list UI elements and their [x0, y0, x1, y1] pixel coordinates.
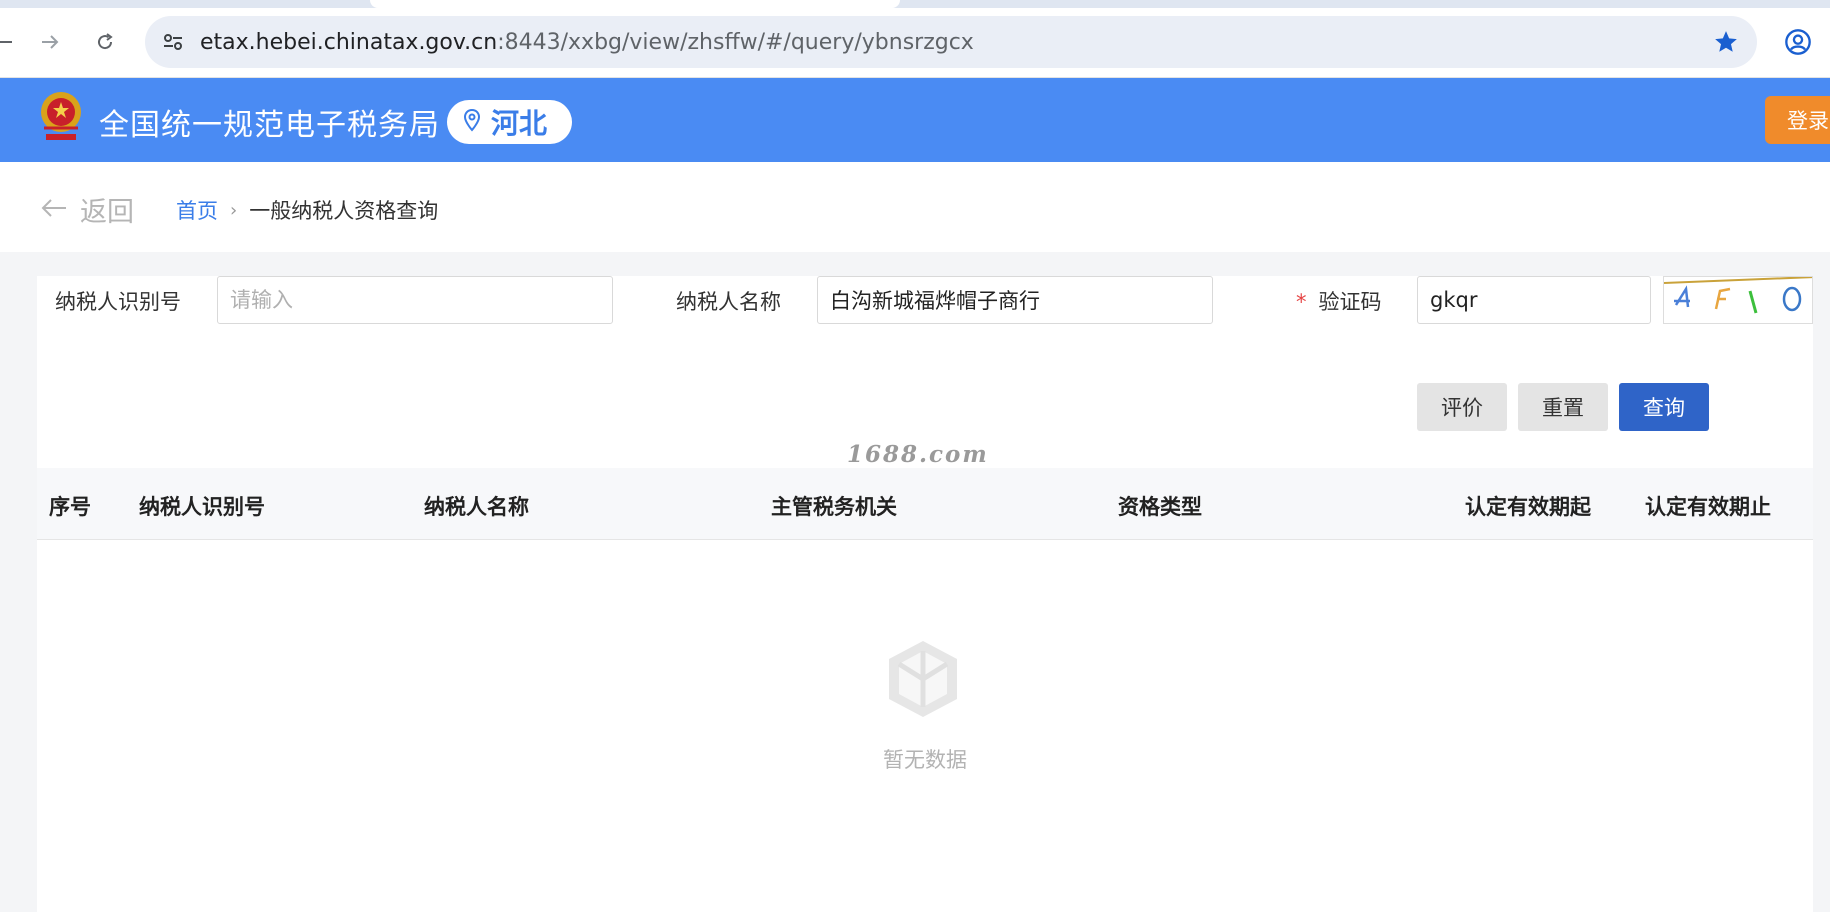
back-arrow-icon[interactable] [0, 24, 22, 60]
column-header: 序号 [49, 495, 91, 519]
url-text: etax.hebei.chinatax.gov.cn:8443/xxbg/vie… [200, 30, 974, 55]
column-header: 纳税人名称 [424, 495, 529, 519]
tax-emblem-logo [36, 88, 86, 150]
column-header: 认定有效期止 [1645, 495, 1771, 519]
captcha-label: * 验证码 [1296, 290, 1382, 314]
region-label: 河北 [491, 107, 548, 140]
breadcrumb-bar: 返回 首页 › 一般纳税人资格查询 [0, 162, 1830, 252]
reload-icon[interactable] [87, 24, 123, 60]
bookmark-star-icon[interactable] [1713, 29, 1739, 59]
browser-tab-strip [0, 0, 1830, 8]
forward-arrow-icon[interactable] [32, 24, 68, 60]
table-empty-state: 暂无数据 [37, 540, 1813, 912]
profile-icon[interactable] [1780, 24, 1816, 60]
query-panel: 纳税人识别号 纳税人名称 *验证码 评价 重置 查询 1688.com 序号 纳… [37, 276, 1813, 912]
taxpayer-id-input[interactable] [217, 276, 613, 324]
breadcrumb: 首页 › 一般纳税人资格查询 [176, 195, 438, 225]
location-pin-icon [463, 108, 481, 136]
column-header: 资格类型 [1118, 495, 1202, 519]
back-arrow-icon [40, 197, 68, 223]
column-header: 主管税务机关 [771, 495, 897, 519]
empty-box-icon [883, 637, 963, 721]
column-header: 认定有效期起 [1465, 495, 1591, 519]
chevron-right-icon: › [230, 199, 238, 221]
taxpayer-id-label: 纳税人识别号 [55, 290, 181, 314]
taxpayer-name-label: 纳税人名称 [676, 290, 781, 314]
address-bar[interactable]: etax.hebei.chinatax.gov.cn:8443/xxbg/vie… [145, 16, 1757, 68]
site-header: 全国统一规范电子税务局 河北 登录 [0, 78, 1830, 162]
table-header: 序号 纳税人识别号 纳税人名称 主管税务机关 资格类型 认定有效期起 认定有效期… [37, 468, 1813, 540]
breadcrumb-current: 一般纳税人资格查询 [249, 199, 439, 223]
back-label: 返回 [80, 197, 134, 228]
column-header: 纳税人识别号 [139, 495, 265, 519]
watermark: 1688.com [847, 441, 989, 468]
back-button[interactable]: 返回 [40, 190, 134, 229]
login-button[interactable]: 登录 [1765, 96, 1830, 144]
site-title[interactable]: 全国统一规范电子税务局 [99, 100, 440, 144]
taxpayer-name-input[interactable] [817, 276, 1213, 324]
required-mark: * [1296, 290, 1307, 314]
browser-toolbar: etax.hebei.chinatax.gov.cn:8443/xxbg/vie… [0, 8, 1830, 78]
evaluate-button[interactable]: 评价 [1417, 383, 1507, 431]
empty-text: 暂无数据 [883, 748, 967, 772]
region-selector[interactable]: 河北 [447, 100, 572, 144]
captcha-image[interactable] [1663, 276, 1813, 324]
breadcrumb-home-link[interactable]: 首页 [176, 195, 218, 225]
reset-button[interactable]: 重置 [1518, 383, 1608, 431]
captcha-input[interactable] [1417, 276, 1651, 324]
site-settings-icon[interactable] [161, 30, 185, 58]
active-tab[interactable] [370, 0, 900, 8]
query-button[interactable]: 查询 [1619, 383, 1709, 431]
